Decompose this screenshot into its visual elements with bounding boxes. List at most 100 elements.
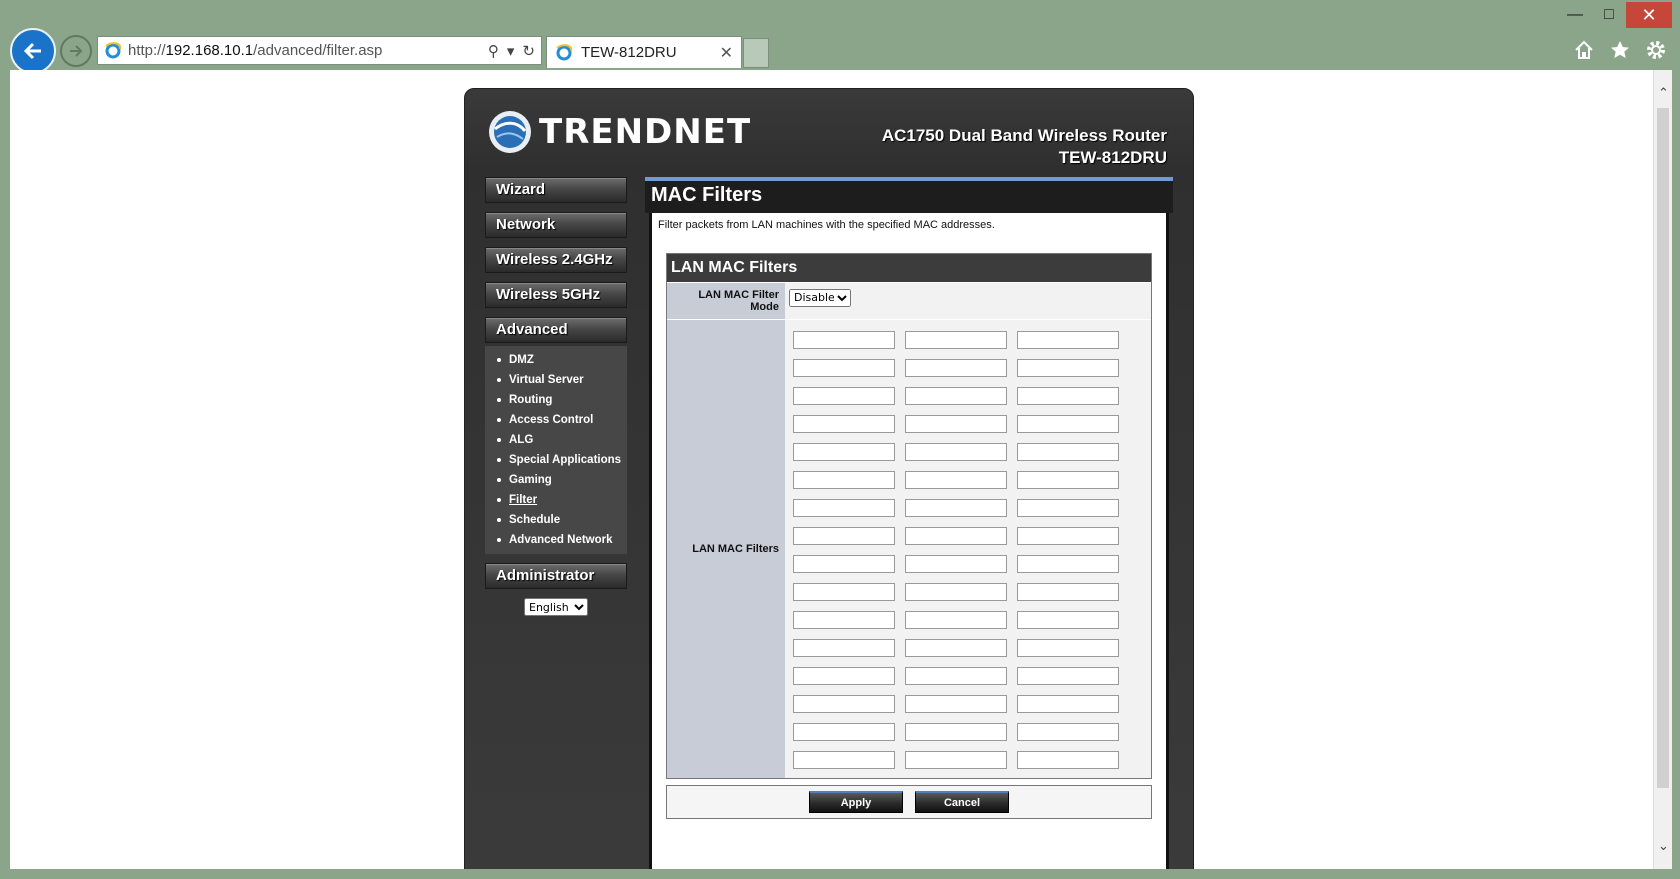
- mode-label: LAN MAC Filter Mode: [667, 283, 785, 319]
- mac-filter-mode-select[interactable]: Disabled: [789, 288, 851, 307]
- mac-address-input[interactable]: [793, 639, 895, 657]
- scroll-down-icon[interactable]: ⌄: [1654, 835, 1672, 857]
- mac-address-input[interactable]: [793, 331, 895, 349]
- mac-address-input[interactable]: [793, 667, 895, 685]
- mac-address-input[interactable]: [905, 387, 1007, 405]
- mac-address-input[interactable]: [1017, 695, 1119, 713]
- submenu-item-special-applications[interactable]: Special Applications: [485, 450, 627, 470]
- dropdown-chevron-icon[interactable]: ▾: [507, 42, 515, 60]
- forward-button[interactable]: [60, 35, 92, 67]
- mac-address-input[interactable]: [1017, 583, 1119, 601]
- mac-address-input[interactable]: [905, 583, 1007, 601]
- mac-address-input[interactable]: [1017, 723, 1119, 741]
- apply-button[interactable]: Apply: [809, 791, 903, 813]
- submenu-item-access-control[interactable]: Access Control: [485, 410, 627, 430]
- cancel-button[interactable]: Cancel: [915, 791, 1009, 813]
- browser-tab[interactable]: TEW-812DRU ✕: [546, 36, 742, 68]
- mac-address-input[interactable]: [905, 415, 1007, 433]
- star-icon[interactable]: [1608, 38, 1632, 62]
- minimize-icon[interactable]: —: [1558, 2, 1592, 28]
- mac-address-input[interactable]: [1017, 751, 1119, 769]
- mac-address-input[interactable]: [793, 415, 895, 433]
- submenu-item-gaming[interactable]: Gaming: [485, 470, 627, 490]
- mac-address-input[interactable]: [1017, 499, 1119, 517]
- mac-address-input[interactable]: [793, 611, 895, 629]
- mac-address-input[interactable]: [905, 471, 1007, 489]
- search-icon[interactable]: ⚲: [488, 42, 499, 60]
- address-bar[interactable]: http://192.168.10.1/advanced/filter.asp …: [97, 36, 542, 65]
- trendnet-logo-icon: [489, 111, 531, 153]
- mac-address-input[interactable]: [1017, 415, 1119, 433]
- url-text: http://192.168.10.1/advanced/filter.asp: [128, 42, 383, 59]
- mac-address-input[interactable]: [1017, 443, 1119, 461]
- scrollbar-thumb[interactable]: [1657, 108, 1669, 788]
- mac-address-input[interactable]: [793, 359, 895, 377]
- mac-address-input[interactable]: [905, 639, 1007, 657]
- submenu-item-routing[interactable]: Routing: [485, 390, 627, 410]
- tab-title: TEW-812DRU: [581, 44, 677, 61]
- submenu-item-dmz[interactable]: DMZ: [485, 350, 627, 370]
- mac-address-input[interactable]: [905, 723, 1007, 741]
- mac-address-input[interactable]: [793, 723, 895, 741]
- mac-address-input[interactable]: [905, 667, 1007, 685]
- browser-chrome: — □ ✕ http://192.168.10.1/advanced/filte…: [0, 0, 1680, 74]
- back-button[interactable]: [10, 28, 56, 74]
- submenu-item-virtual-server[interactable]: Virtual Server: [485, 370, 627, 390]
- mac-address-input[interactable]: [793, 751, 895, 769]
- mac-address-input[interactable]: [1017, 555, 1119, 573]
- nav-advanced[interactable]: Advanced: [485, 317, 627, 343]
- submenu-item-alg[interactable]: ALG: [485, 430, 627, 450]
- mac-address-input[interactable]: [793, 555, 895, 573]
- nav-network[interactable]: Network: [485, 212, 627, 238]
- close-icon[interactable]: ✕: [1626, 2, 1672, 28]
- mac-address-input[interactable]: [1017, 331, 1119, 349]
- mac-address-input[interactable]: [793, 471, 895, 489]
- mac-address-input[interactable]: [905, 331, 1007, 349]
- mac-address-input[interactable]: [905, 499, 1007, 517]
- refresh-icon[interactable]: ↻: [522, 42, 535, 60]
- mac-address-input[interactable]: [793, 695, 895, 713]
- nav-administrator[interactable]: Administrator: [485, 563, 627, 589]
- gear-icon[interactable]: [1644, 38, 1668, 62]
- nav-wireless-5[interactable]: Wireless 5GHz: [485, 282, 627, 308]
- mac-address-input[interactable]: [905, 751, 1007, 769]
- tab-close-icon[interactable]: ✕: [720, 43, 733, 63]
- language-select[interactable]: English: [524, 598, 588, 616]
- mac-address-input[interactable]: [793, 443, 895, 461]
- main-content: MAC Filters Filter packets from LAN mach…: [645, 177, 1173, 869]
- vertical-scrollbar[interactable]: ⌃ ⌄: [1653, 70, 1672, 869]
- page-title: MAC Filters: [645, 181, 1173, 213]
- mac-address-input[interactable]: [1017, 667, 1119, 685]
- mac-address-input[interactable]: [905, 527, 1007, 545]
- submenu-item-schedule[interactable]: Schedule: [485, 510, 627, 530]
- mac-address-input[interactable]: [1017, 527, 1119, 545]
- mac-address-input[interactable]: [1017, 611, 1119, 629]
- nav-wireless-24[interactable]: Wireless 2.4GHz: [485, 247, 627, 273]
- action-bar: Apply Cancel: [666, 785, 1152, 819]
- mac-address-input[interactable]: [905, 359, 1007, 377]
- mac-address-input[interactable]: [1017, 387, 1119, 405]
- mac-address-input[interactable]: [905, 443, 1007, 461]
- mac-address-input[interactable]: [1017, 639, 1119, 657]
- mac-address-input[interactable]: [793, 583, 895, 601]
- nav-wizard[interactable]: Wizard: [485, 177, 627, 203]
- scroll-up-icon[interactable]: ⌃: [1654, 82, 1672, 104]
- mac-address-input[interactable]: [793, 527, 895, 545]
- ie-logo-icon: [105, 41, 122, 58]
- maximize-icon[interactable]: □: [1592, 2, 1626, 28]
- submenu-item-filter[interactable]: Filter: [485, 490, 627, 510]
- home-icon[interactable]: [1572, 38, 1596, 62]
- mac-address-input[interactable]: [905, 611, 1007, 629]
- mac-address-input[interactable]: [1017, 471, 1119, 489]
- mac-address-input[interactable]: [905, 695, 1007, 713]
- submenu-item-advanced-network[interactable]: Advanced Network: [485, 530, 627, 550]
- router-panel: TRENDNET AC1750 Dual Band Wireless Route…: [464, 88, 1194, 869]
- page-description: Filter packets from LAN machines with th…: [658, 219, 995, 231]
- mac-address-input[interactable]: [793, 387, 895, 405]
- mac-address-input[interactable]: [793, 499, 895, 517]
- advanced-submenu: DMZ Virtual Server Routing Access Contro…: [485, 346, 627, 554]
- mac-address-input[interactable]: [905, 555, 1007, 573]
- mac-address-input[interactable]: [1017, 359, 1119, 377]
- new-tab-button[interactable]: [743, 38, 769, 68]
- filters-row: LAN MAC Filters: [667, 319, 1151, 778]
